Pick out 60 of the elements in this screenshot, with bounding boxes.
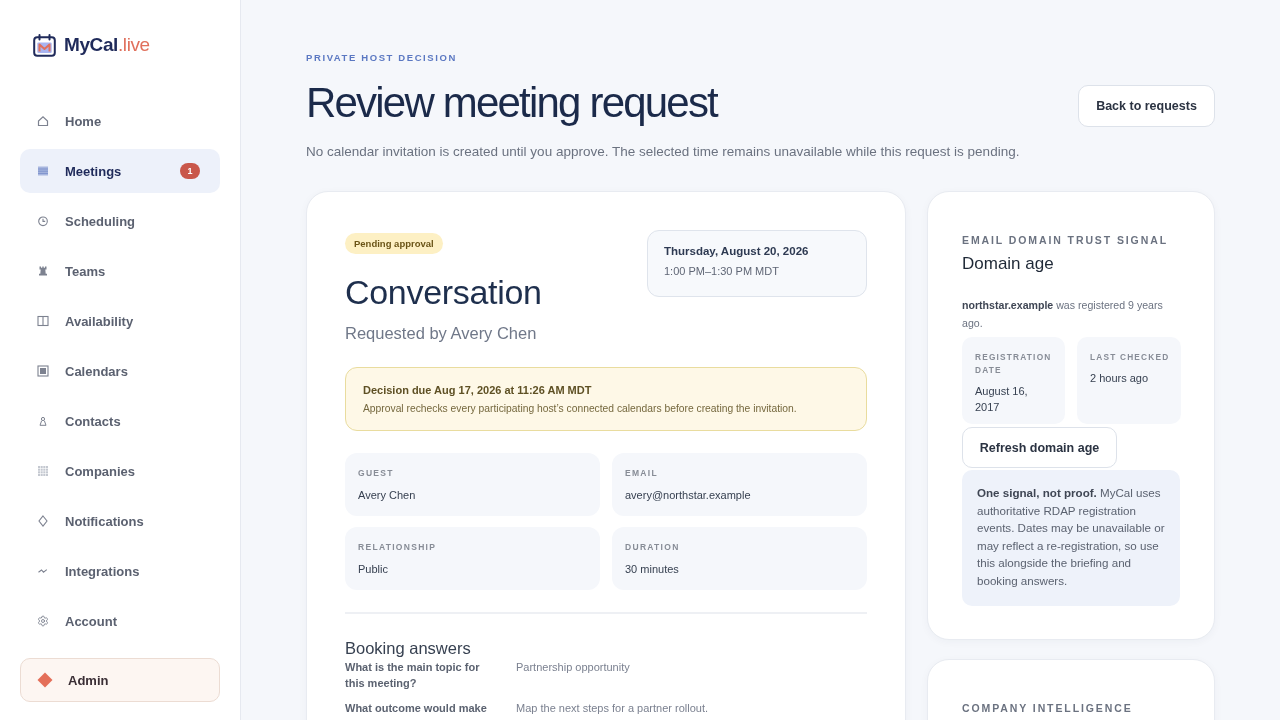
sidebar-item[interactable]: Meetings 1 [20, 149, 220, 193]
deadline-title: Decision due Aug 17, 2026 at 11:26 AM MDT [363, 384, 593, 396]
question-text: What is the main topic for this meeting? [345, 660, 481, 691]
count-badge: 1 [180, 163, 200, 179]
detail-value: Public [358, 562, 389, 576]
calendar-logo-icon [33, 33, 56, 57]
domain-summary: northstar.example was registered 9 years ago. [962, 298, 1164, 331]
detail-value: avery@northstar.example [625, 488, 752, 502]
requester-text: Requested by Avery Chen [345, 323, 537, 343]
sidebar-item[interactable]: Calendars [20, 349, 220, 393]
detail-label: RELATIONSHIP [358, 542, 438, 553]
sidebar-item[interactable]: Teams [20, 249, 220, 293]
detail-label: DURATION [625, 542, 681, 553]
sidebar-item[interactable]: Contacts [20, 399, 220, 443]
slot-time: 1:00 PM–1:30 PM MDT [664, 265, 780, 277]
sidebar-item[interactable]: Account [20, 599, 220, 643]
answer-text: Partnership opportunity [516, 660, 631, 675]
card-eyebrow: COMPANY INTELLIGENCE [962, 701, 1134, 715]
back-button[interactable]: Back to requests [1078, 85, 1215, 127]
list-icon [37, 165, 49, 177]
deadline-text: Approval rechecks every participating host’s connected calendars before creating the invitation. [363, 403, 798, 414]
info-note: One signal, not proof. MyCal uses authoritative RDAP registration events. Dates may be unavailable or may reflect a re-registration, so use this alongside the briefing and booking answers. [962, 470, 1180, 606]
section-title: Booking answers [345, 638, 472, 658]
square-icon [37, 365, 49, 377]
question-text: What outcome would make [345, 701, 488, 716]
status-badge: Pending approval [345, 233, 443, 254]
rook-icon [37, 265, 49, 277]
sidebar-item[interactable]: Companies [20, 449, 220, 493]
pawn-icon [37, 415, 49, 427]
sidebar-item[interactable]: Integrations [20, 549, 220, 593]
admin-link[interactable]: Admin [20, 658, 220, 702]
detail-label: EMAIL [625, 468, 659, 479]
settings-icon [37, 615, 49, 627]
fact-value: 2 hours ago [1090, 371, 1150, 386]
sidebar-item[interactable]: Home [20, 99, 220, 143]
page-title: Review meeting request [306, 78, 719, 128]
clock-icon [37, 215, 49, 227]
slot-date: Thursday, August 20, 2026 [664, 245, 810, 257]
meeting-title: Conversation [345, 272, 542, 312]
grid-icon [37, 465, 49, 477]
detail-label: GUEST [358, 468, 395, 479]
sidebar-item[interactable]: Scheduling [20, 199, 220, 243]
card-title: Domain age [962, 254, 1055, 274]
refresh-button[interactable]: Refresh domain age [962, 427, 1117, 468]
brand-name: MyCal.live [64, 34, 150, 56]
answer-text: Map the next steps for a partner rollout. [516, 701, 709, 716]
columns-icon [37, 315, 49, 327]
fact-label: LAST CHECKED [1090, 351, 1171, 364]
sidebar-item[interactable]: Availability [20, 299, 220, 343]
page-subtitle: No calendar invitation is created until you approve. The selected time remains unavailable while this request is pending. [306, 143, 1020, 161]
page-eyebrow: PRIVATE HOST DECISION [306, 52, 458, 64]
diamond-icon [37, 672, 53, 688]
sidebar-item[interactable]: Notifications [20, 499, 220, 543]
fact-label: REGISTRATION DATE [975, 351, 1053, 377]
card-eyebrow: EMAIL DOMAIN TRUST SIGNAL [962, 234, 1169, 247]
detail-value: Avery Chen [358, 488, 417, 502]
home-icon [37, 115, 49, 127]
fact-value: August 16, 2017 [975, 384, 1029, 415]
diamond-icon [37, 515, 49, 527]
detail-value: 30 minutes [625, 562, 680, 576]
